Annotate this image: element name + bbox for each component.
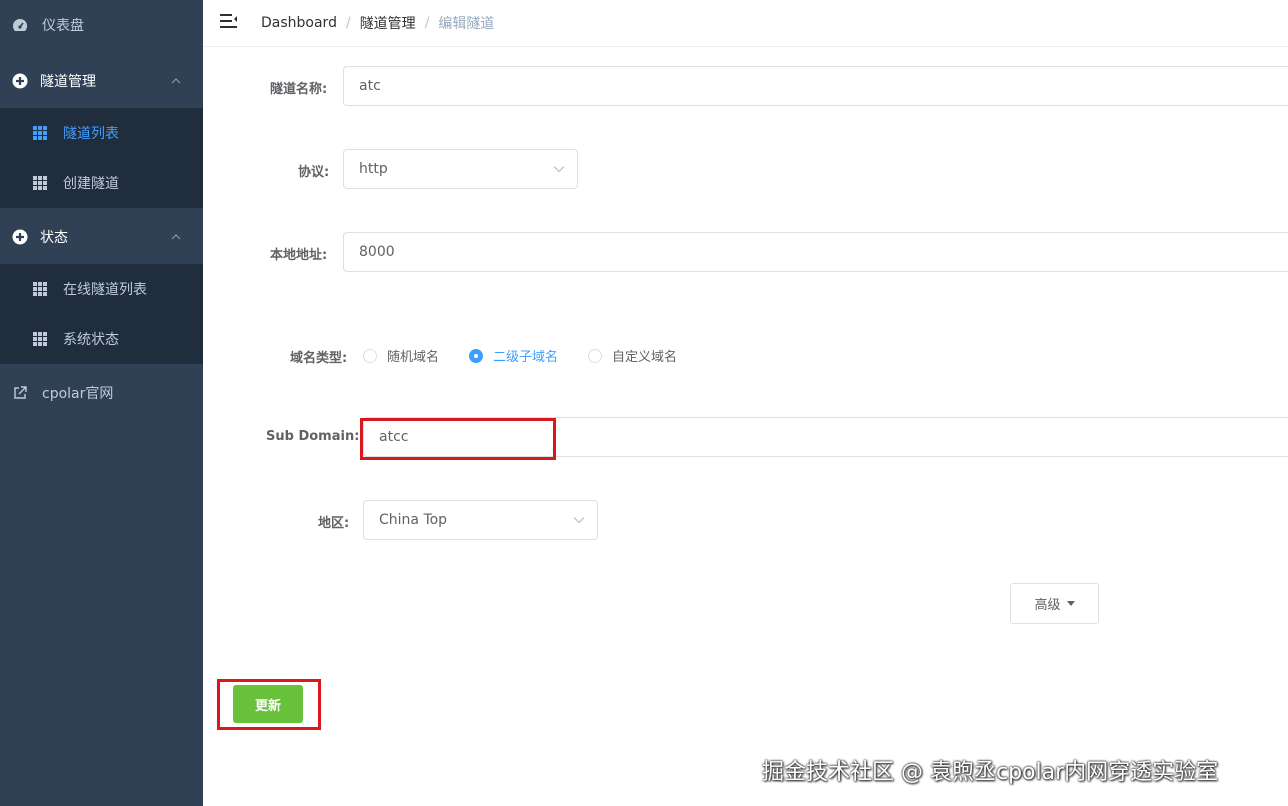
radio-circle [588,348,603,363]
tunnel-name-label: 隧道名称: [270,82,328,97]
sidebar-item-tunnel-management[interactable]: 隧道管理 [0,56,203,106]
sidebar-item-label: cpolar官网 [42,386,114,402]
radio-custom-domain[interactable]: 自定义域名 [588,346,677,365]
circle-plus-icon [12,73,28,89]
advanced-label: 高级 [1034,598,1061,613]
radio-subdomain[interactable]: 二级子域名 [469,346,558,365]
external-link-icon [12,385,28,401]
breadcrumb-separator: / [424,15,430,31]
local-address-input[interactable]: 8000 [343,232,1288,272]
sidebar-item-system-status[interactable]: 系统状态 [0,314,203,364]
protocol-select[interactable]: http [343,149,578,189]
radio-circle-checked [469,348,484,363]
circle-plus-icon [12,229,28,245]
tunnel-name-value: atc [359,78,381,94]
table-icon [33,126,47,140]
chevron-down-icon [573,517,585,524]
top-navbar: Dashboard / 隧道管理 / 编辑隧道 [203,0,1288,47]
breadcrumb-separator: / [345,15,351,31]
sidebar-item-online-tunnels[interactable]: 在线隧道列表 [0,264,203,314]
sidebar-item-label: 状态 [40,230,68,246]
local-address-value: 8000 [359,244,395,260]
advanced-dropdown-button[interactable]: 高级 [1010,583,1099,624]
chevron-down-icon [553,166,565,173]
breadcrumb: Dashboard / 隧道管理 / 编辑隧道 [261,13,494,33]
sidebar-item-label: 创建隧道 [63,176,119,192]
sidebar-item-label: 隧道管理 [40,74,96,90]
sidebar-item-label: 隧道列表 [63,126,119,142]
breadcrumb-item-tunnel-management[interactable]: 隧道管理 [360,13,416,33]
table-icon [33,176,47,190]
tunnel-name-input[interactable]: atc [343,66,1288,106]
region-value: China Top [379,512,448,528]
protocol-label: 协议: [298,165,330,180]
sidebar-item-tunnel-list[interactable]: 隧道列表 [0,108,203,158]
subdomain-label: Sub Domain: [266,429,360,444]
table-icon [33,332,47,346]
local-address-label: 本地地址: [270,248,328,263]
radio-circle [363,348,377,363]
protocol-value: http [359,161,388,177]
sidebar-item-label: 仪表盘 [42,18,84,34]
breadcrumb-item-dashboard[interactable]: Dashboard [261,15,337,31]
update-button[interactable]: 更新 [233,685,303,723]
subdomain-input[interactable]: atcc [363,417,1288,457]
sidebar-item-label: 在线隧道列表 [63,282,147,298]
sidebar-item-label: 系统状态 [63,332,119,348]
sidebar-item-create-tunnel[interactable]: 创建隧道 [0,158,203,208]
dashboard-icon [12,17,28,33]
watermark: 掘金技术社区 @ 袁煦丞cpolar内网穿透实验室 [762,760,1219,785]
subdomain-value: atcc [379,429,409,445]
radio-label: 自定义域名 [612,350,678,365]
sidebar-item-cpolar-site[interactable]: cpolar官网 [0,368,203,418]
hamburger-icon[interactable] [220,13,238,29]
chevron-up-icon [171,234,181,240]
table-icon [33,282,47,296]
radio-label: 二级子域名 [493,350,559,365]
breadcrumb-item-current: 编辑隧道 [438,16,495,32]
chevron-up-icon [171,78,181,84]
domain-type-radio-group: 随机域名 二级子域名 自定义域名 [363,346,707,365]
radio-label: 随机域名 [387,350,440,365]
app-root: 仪表盘 隧道管理 隧道列表 创建隧道 状态 在线隧道列表 系统状态 cpolar… [0,0,1288,806]
region-select[interactable]: China Top [363,500,598,540]
caret-down-icon [1066,601,1075,606]
domain-type-label: 域名类型: [290,351,348,366]
region-label: 地区: [318,516,350,531]
sidebar-item-dashboard[interactable]: 仪表盘 [0,0,203,50]
radio-random-domain[interactable]: 随机域名 [363,346,439,365]
sidebar-item-status[interactable]: 状态 [0,212,203,262]
sidebar: 仪表盘 隧道管理 隧道列表 创建隧道 状态 在线隧道列表 系统状态 cpolar… [0,0,203,806]
